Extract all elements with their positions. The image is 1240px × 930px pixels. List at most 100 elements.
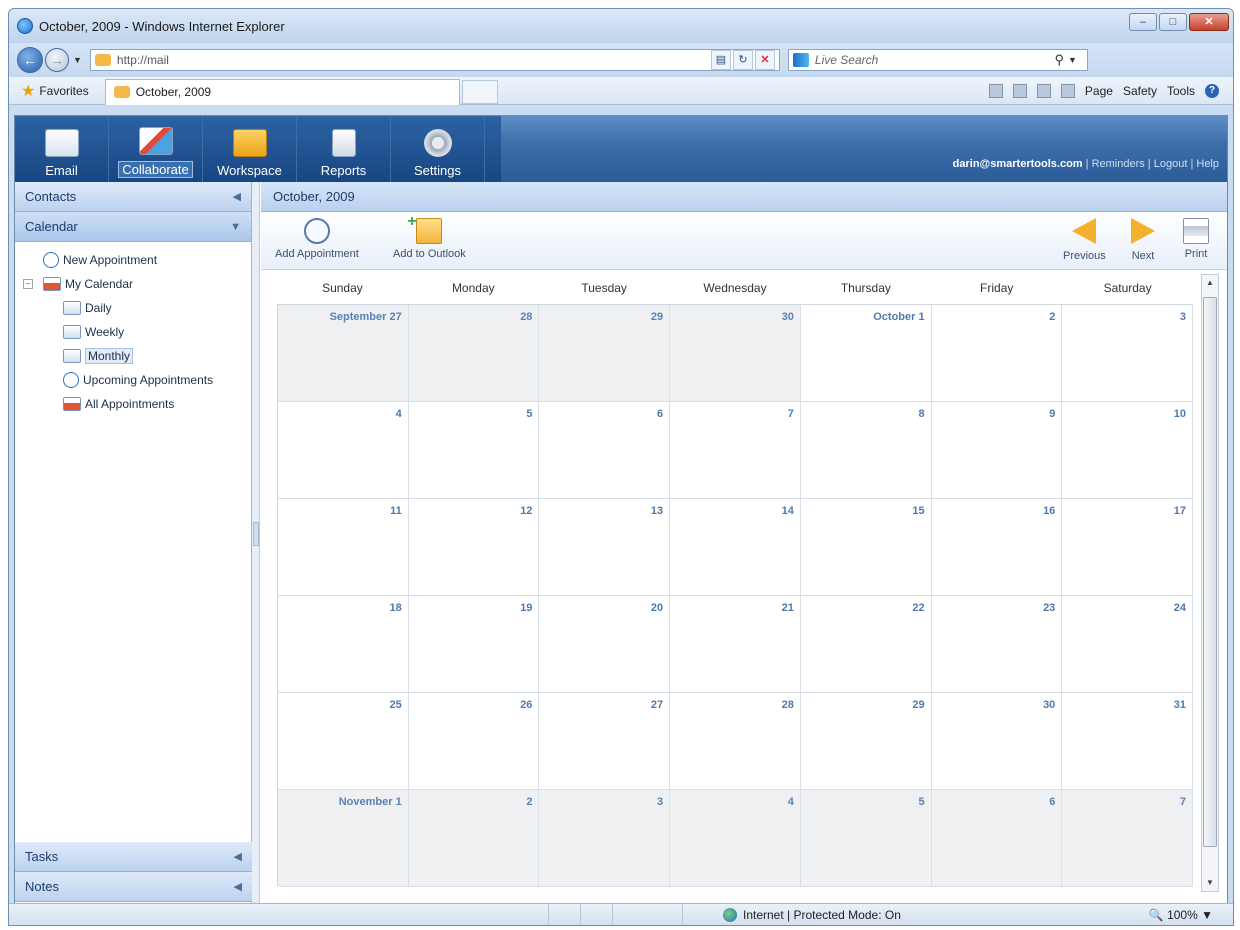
day-number[interactable]: 8 [918, 408, 924, 420]
calendar-day-cell[interactable]: 7 [670, 402, 801, 499]
help-icon[interactable]: ? [1205, 83, 1219, 98]
day-number[interactable]: 7 [1180, 796, 1186, 808]
module-reports[interactable]: Reports [297, 116, 391, 182]
calendar-day-cell[interactable]: 17 [1062, 499, 1194, 596]
search-icon[interactable]: ⚲ [1054, 52, 1064, 68]
add-appointment-button[interactable]: Add Appointment [275, 218, 359, 260]
module-collaborate[interactable]: Collaborate [109, 116, 203, 182]
vertical-scrollbar[interactable]: ▲ ▼ [1201, 274, 1219, 892]
calendar-day-cell[interactable]: 16 [931, 499, 1063, 596]
day-number[interactable]: 6 [1049, 796, 1055, 808]
sidebar-section-contacts[interactable]: Contacts ◀ [15, 182, 251, 212]
day-number[interactable]: September 27 [330, 311, 402, 323]
calendar-day-cell[interactable]: 10 [1062, 402, 1194, 499]
day-number[interactable]: 25 [389, 699, 401, 711]
calendar-day-cell[interactable]: 31 [1062, 693, 1194, 790]
tree-item-daily[interactable]: Daily [21, 296, 251, 320]
calendar-day-cell[interactable]: 4 [278, 402, 409, 499]
calendar-day-cell[interactable]: 13 [539, 499, 671, 596]
day-number[interactable]: 12 [520, 505, 532, 517]
day-number[interactable]: 17 [1174, 505, 1186, 517]
day-number[interactable]: 20 [651, 602, 663, 614]
back-button[interactable]: ← [17, 47, 43, 73]
day-number[interactable]: 30 [782, 311, 794, 323]
favorites-star-icon[interactable]: ★ [21, 81, 35, 101]
calendar-day-cell[interactable]: 18 [278, 596, 409, 693]
scrollbar-thumb[interactable] [1203, 297, 1217, 847]
day-number[interactable]: 15 [912, 505, 924, 517]
day-number[interactable]: 13 [651, 505, 663, 517]
day-number[interactable]: 5 [526, 408, 532, 420]
address-bar[interactable]: http://mail ▤ ↻ ✕ [89, 49, 780, 71]
day-number[interactable]: 19 [520, 602, 532, 614]
day-number[interactable]: 21 [782, 602, 794, 614]
splitter-grip[interactable] [253, 522, 259, 546]
day-number[interactable]: 29 [912, 699, 924, 711]
calendar-day-cell[interactable]: 30 [670, 305, 801, 402]
module-settings[interactable]: Settings [391, 116, 485, 182]
logout-link[interactable]: Logout [1154, 158, 1188, 170]
calendar-day-cell[interactable]: 4 [670, 790, 801, 887]
day-number[interactable]: 27 [651, 699, 663, 711]
calendar-day-cell[interactable]: 20 [539, 596, 671, 693]
calendar-day-cell[interactable]: 25 [278, 693, 409, 790]
day-number[interactable]: 6 [657, 408, 663, 420]
history-dropdown-icon[interactable]: ▼ [73, 55, 82, 65]
calendar-day-cell[interactable]: 29 [800, 693, 932, 790]
add-to-outlook-button[interactable]: Add to Outlook [393, 213, 466, 260]
day-number[interactable]: October 1 [873, 311, 924, 323]
calendar-day-cell[interactable]: November 1 [278, 790, 409, 887]
calendar-day-cell[interactable]: September 27 [278, 305, 409, 402]
calendar-day-cell[interactable]: 19 [408, 596, 540, 693]
day-number[interactable]: 2 [1049, 311, 1055, 323]
print-button[interactable]: Print [1183, 218, 1209, 260]
maximize-button[interactable]: □ [1159, 13, 1187, 31]
day-number[interactable]: 16 [1043, 505, 1055, 517]
calendar-day-cell[interactable]: 2 [408, 790, 540, 887]
privacy-icon[interactable] [613, 903, 683, 925]
previous-button[interactable]: Previous [1063, 218, 1106, 262]
page-menu[interactable]: Page [1085, 84, 1113, 98]
day-number[interactable]: 31 [1174, 699, 1186, 711]
calendar-day-cell[interactable]: 5 [800, 790, 932, 887]
calendar-day-cell[interactable]: 7 [1062, 790, 1194, 887]
sidebar-section-calendar[interactable]: Calendar ▼ [15, 212, 251, 242]
calendar-day-cell[interactable]: 9 [931, 402, 1063, 499]
calendar-day-cell[interactable]: 5 [408, 402, 540, 499]
day-number[interactable]: 3 [1180, 311, 1186, 323]
calendar-day-cell[interactable]: 6 [539, 402, 671, 499]
day-number[interactable]: November 1 [339, 796, 402, 808]
mail-icon[interactable] [1036, 83, 1051, 98]
day-number[interactable]: 23 [1043, 602, 1055, 614]
day-number[interactable]: 5 [918, 796, 924, 808]
calendar-day-cell[interactable]: October 1 [800, 305, 932, 402]
search-dropdown-icon[interactable]: ▼ [1068, 55, 1077, 65]
help-link[interactable]: Help [1196, 158, 1219, 170]
day-number[interactable]: 28 [520, 311, 532, 323]
reminders-link[interactable]: Reminders [1092, 158, 1145, 170]
next-button[interactable]: Next [1131, 218, 1155, 262]
calendar-day-cell[interactable]: 23 [931, 596, 1063, 693]
home-icon[interactable] [988, 83, 1003, 98]
day-number[interactable]: 14 [782, 505, 794, 517]
compatibility-view-icon[interactable]: ▤ [710, 50, 731, 70]
tree-item-my-calendar[interactable]: – My Calendar [21, 272, 251, 296]
calendar-day-cell[interactable]: 3 [1062, 305, 1194, 402]
calendar-day-cell[interactable]: 27 [539, 693, 671, 790]
calendar-day-cell[interactable]: 12 [408, 499, 540, 596]
day-number[interactable]: 29 [651, 311, 663, 323]
scroll-up-icon[interactable]: ▲ [1202, 275, 1218, 291]
tree-item-all[interactable]: All Appointments [21, 392, 251, 416]
day-number[interactable]: 7 [788, 408, 794, 420]
day-number[interactable]: 26 [520, 699, 532, 711]
zone-info[interactable]: Internet | Protected Mode: On [683, 907, 901, 922]
browser-tab[interactable]: October, 2009 [104, 78, 460, 105]
calendar-day-cell[interactable]: 6 [931, 790, 1063, 887]
calendar-day-cell[interactable]: 22 [800, 596, 932, 693]
day-number[interactable]: 18 [389, 602, 401, 614]
calendar-day-cell[interactable]: 8 [800, 402, 932, 499]
calendar-day-cell[interactable]: 28 [408, 305, 540, 402]
sidebar-section-notes[interactable]: Notes ◀ [15, 872, 252, 902]
calendar-day-cell[interactable]: 21 [670, 596, 801, 693]
tree-item-weekly[interactable]: Weekly [21, 320, 251, 344]
